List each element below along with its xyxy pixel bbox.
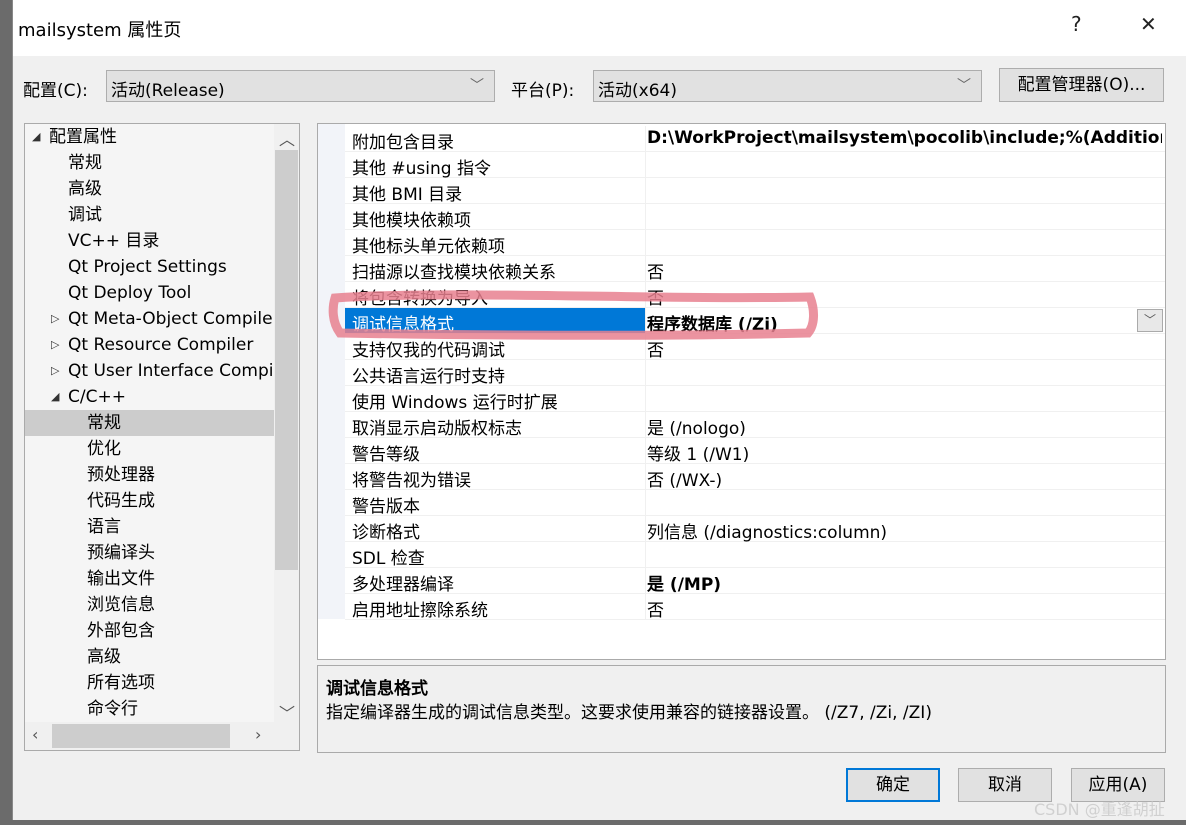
watermark: CSDN @重逢胡扯 <box>1034 800 1165 819</box>
annotation-highlight <box>328 290 818 340</box>
annotation-stroke <box>328 290 818 340</box>
